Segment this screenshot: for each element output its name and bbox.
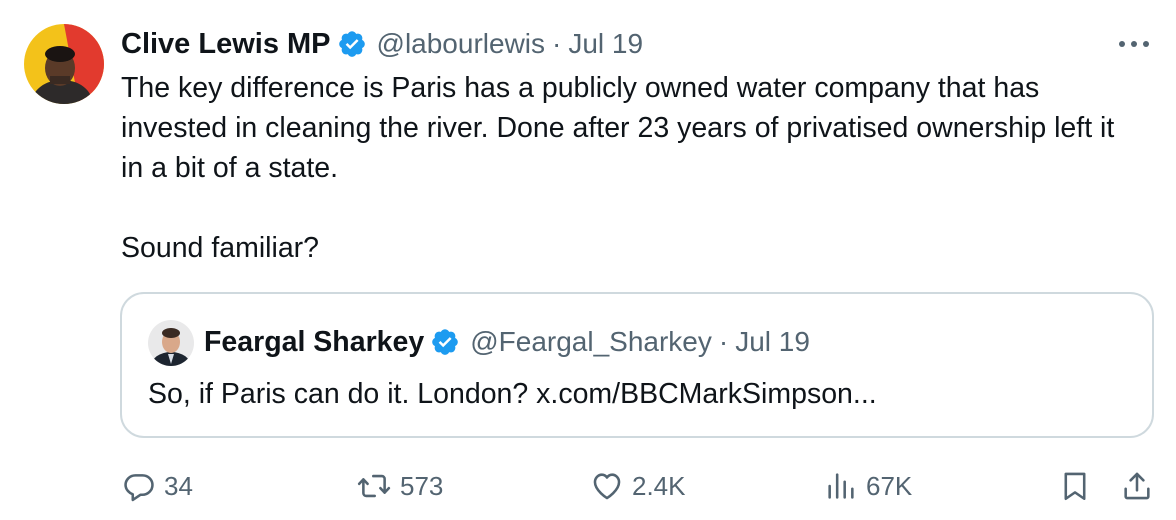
like-icon	[590, 469, 624, 503]
quoted-author-name[interactable]: Feargal Sharkey	[204, 326, 424, 359]
repost-button[interactable]: 573	[356, 466, 443, 506]
tweet-paragraph: Sound familiar?	[121, 232, 320, 264]
action-bar: 34 573 2.4K 67K	[0, 466, 1176, 506]
share-button[interactable]	[1120, 466, 1154, 506]
tweet-header: Clive Lewis MP @labourlewis · Jul 19	[121, 24, 643, 64]
repost-count: 573	[400, 470, 444, 501]
tweet-paragraph: The key difference is Paris has a public…	[121, 72, 1115, 184]
author-name[interactable]: Clive Lewis MP	[121, 28, 331, 61]
views-icon	[824, 469, 858, 503]
like-button[interactable]: 2.4K	[590, 466, 686, 506]
author-handle[interactable]: @labourlewis	[377, 28, 546, 60]
separator-dot: ·	[552, 28, 562, 59]
reply-icon	[122, 469, 156, 503]
quoted-tweet-text: So, if Paris can do it. London? x.com/BB…	[148, 378, 877, 410]
quoted-author-avatar-image	[148, 320, 194, 366]
bookmark-icon	[1058, 469, 1092, 503]
quoted-author-handle[interactable]: @Feargal_Sharkey	[470, 326, 712, 358]
repost-icon	[356, 469, 392, 503]
bookmark-button[interactable]	[1058, 466, 1092, 506]
author-avatar-image	[24, 24, 104, 104]
quoted-tweet-date[interactable]: Jul 19	[735, 326, 810, 358]
verified-badge-icon[interactable]	[430, 327, 460, 357]
more-options-icon[interactable]	[1116, 34, 1152, 54]
reply-count: 34	[164, 470, 193, 501]
tweet-date[interactable]: Jul 19	[568, 28, 643, 60]
separator-dot: ·	[718, 326, 729, 357]
quoted-tweet-card[interactable]: Feargal Sharkey @Feargal_Sharkey · Jul 1…	[120, 292, 1154, 438]
tweet-text: The key difference is Paris has a public…	[121, 68, 1141, 268]
quoted-tweet-header: Feargal Sharkey @Feargal_Sharkey · Jul 1…	[204, 322, 810, 362]
views-count: 67K	[866, 470, 913, 501]
share-icon	[1120, 469, 1154, 503]
like-count: 2.4K	[632, 470, 686, 501]
author-avatar[interactable]	[24, 24, 104, 104]
quoted-author-avatar[interactable]	[148, 320, 194, 366]
reply-button[interactable]: 34	[122, 466, 193, 506]
views-button[interactable]: 67K	[824, 466, 912, 506]
verified-badge-icon[interactable]	[337, 29, 367, 59]
